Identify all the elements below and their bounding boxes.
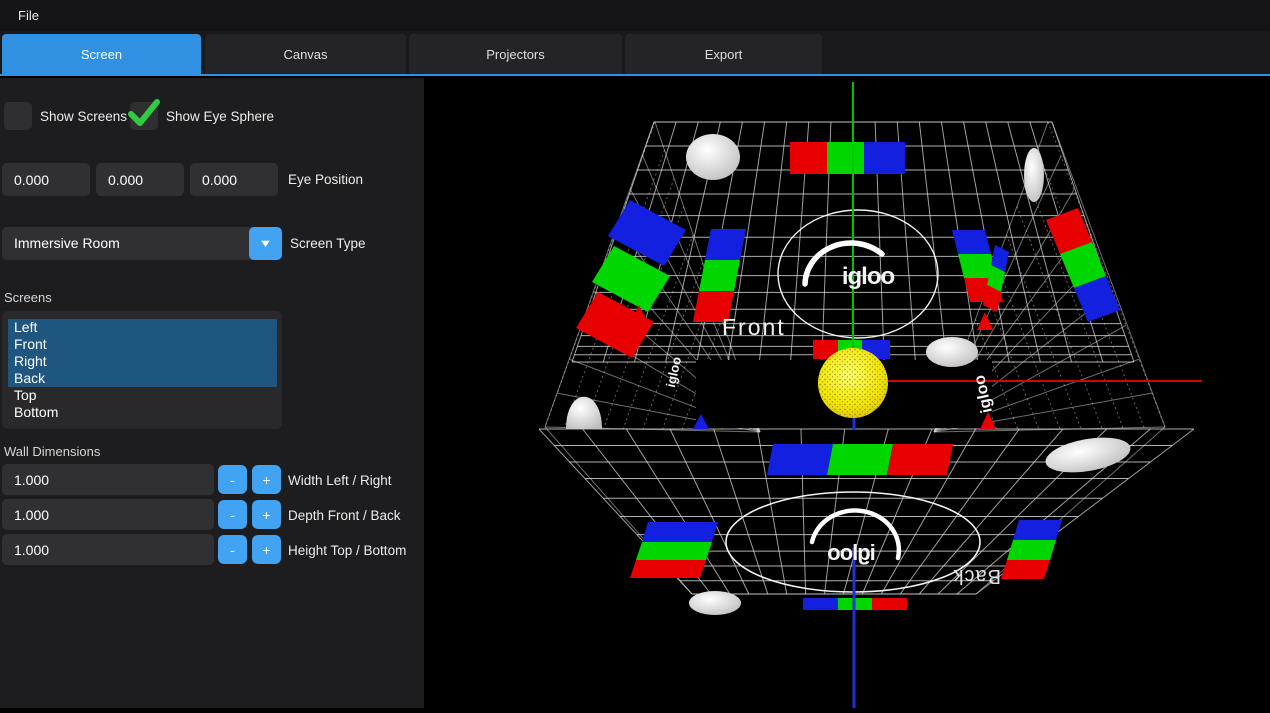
svg-text:Back: Back [953, 565, 1001, 587]
depth-front-back-label: Depth Front / Back [288, 508, 401, 523]
height-top-bottom-label: Height Top / Bottom [288, 543, 406, 558]
tab-export[interactable]: Export [625, 34, 822, 74]
width-left-right-input[interactable] [2, 464, 214, 495]
tab-canvas[interactable]: Canvas [205, 34, 406, 74]
height-top-bottom-input[interactable] [2, 534, 214, 565]
screens-label: Screens [4, 290, 52, 305]
screens-listbox[interactable]: Left Front Right Back Top Bottom [2, 311, 282, 429]
height-increment-button[interactable]: + [252, 535, 281, 564]
wall-dimensions-label: Wall Dimensions [4, 444, 100, 459]
eye-position-y-input[interactable] [96, 163, 184, 196]
depth-front-back-input[interactable] [2, 499, 214, 530]
menu-file[interactable]: File [18, 8, 39, 23]
show-screens-checkbox[interactable] [4, 102, 32, 130]
show-eye-sphere-checkbox[interactable] [130, 102, 158, 130]
menu-bar: File [0, 0, 1270, 31]
settings-panel: Show Screens Show Eye Sphere Eye Positio… [0, 78, 424, 708]
eye-position-x-input[interactable] [2, 163, 90, 196]
screen-item-back[interactable]: Back [8, 370, 277, 387]
depth-increment-button[interactable]: + [252, 500, 281, 529]
screen-item-front[interactable]: Front [8, 336, 277, 353]
viewport-3d[interactable]: igloo igloo igloo igloo Front Back [424, 78, 1270, 708]
screen-item-top[interactable]: Top [8, 387, 277, 404]
check-icon [126, 96, 162, 132]
height-decrement-button[interactable]: - [218, 535, 247, 564]
screen-item-right[interactable]: Right [8, 353, 277, 370]
screen-type-dropdown-button[interactable]: ▼ [249, 227, 282, 260]
width-increment-button[interactable]: + [252, 465, 281, 494]
scene-3d[interactable]: igloo igloo igloo igloo Front Back [424, 78, 1270, 708]
igloo-logo-top: igloo [805, 243, 894, 290]
eye-position-z-input[interactable] [190, 163, 278, 196]
tab-bar: Screen Canvas Projectors Export [0, 31, 1270, 76]
screen-type-select[interactable]: Immersive Room ▼ [2, 227, 282, 260]
width-decrement-button[interactable]: - [218, 465, 247, 494]
show-eye-sphere-label: Show Eye Sphere [166, 109, 274, 124]
chevron-down-icon: ▼ [258, 238, 272, 250]
eye-position-label: Eye Position [288, 172, 363, 187]
svg-text:igloo: igloo [842, 263, 895, 290]
show-screens-label: Show Screens [40, 109, 127, 124]
tab-screen[interactable]: Screen [2, 34, 201, 74]
svg-text:igloo: igloo [828, 540, 876, 565]
front-wall-label: Front [722, 314, 786, 340]
screen-item-left[interactable]: Left [8, 319, 277, 336]
back-wall-label: Back [953, 565, 1001, 587]
tab-projectors[interactable]: Projectors [409, 34, 622, 74]
depth-decrement-button[interactable]: - [218, 500, 247, 529]
screen-item-bottom[interactable]: Bottom [8, 404, 277, 421]
width-left-right-label: Width Left / Right [288, 473, 392, 488]
screen-type-label: Screen Type [290, 236, 366, 251]
screen-type-value: Immersive Room [14, 235, 120, 251]
